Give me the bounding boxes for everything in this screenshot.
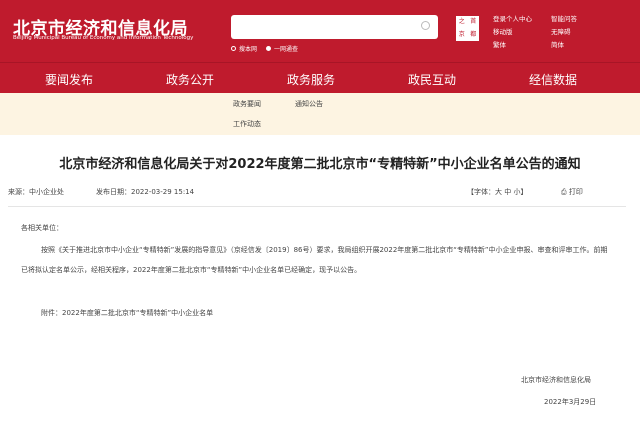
print-button[interactable]: ⎙ 打印	[561, 187, 583, 197]
site-logo-subtitle: Beijing Municipal Bureau of Economy and …	[13, 35, 194, 41]
radio-label: 一网通查	[274, 46, 299, 53]
link-mobile[interactable]: 移动版	[493, 26, 551, 36]
nav-services[interactable]: 政务服务	[287, 71, 335, 88]
search-input[interactable]	[231, 15, 438, 39]
subnav-gov-news[interactable]: 政务要闻	[233, 99, 261, 109]
link-accessibility[interactable]: 无障碍	[551, 26, 591, 36]
signature: 北京市经济和信息化局	[521, 376, 591, 384]
nav-news[interactable]: 要闻发布	[45, 71, 94, 95]
subnav-notices[interactable]: 通知公告	[295, 99, 323, 109]
radio-icon	[231, 46, 236, 51]
subnav-work-updates[interactable]: 工作动态	[233, 119, 261, 129]
radio-label: 搜本网	[239, 46, 258, 53]
article-date: 发布日期：2022-03-29 15:14	[96, 188, 195, 196]
header: 北京市经济和信息化局 Beijing Municipal Bureau of E…	[0, 0, 640, 62]
scope-radio-all[interactable]: 一网通查	[266, 44, 298, 53]
radio-checked-icon	[266, 46, 272, 51]
link-qa[interactable]: 智能问答	[551, 13, 591, 23]
nav-disclosure[interactable]: 政务公开	[166, 71, 214, 88]
font-size-control: 【字体：大 中 小】	[467, 188, 528, 196]
attachment-link[interactable]: 附件：2022年度第二批北京市“专精特新”中小企业名单	[41, 303, 631, 323]
link-traditional[interactable]: 繁体	[493, 39, 551, 49]
search-icon[interactable]	[421, 21, 430, 30]
salutation: 各相关单位：	[21, 224, 63, 232]
nav-data[interactable]: 经信数据	[529, 71, 577, 88]
main-nav: 要闻发布 政务公开 政务服务 政民互动 经信数据	[0, 62, 640, 95]
article-body: 按照《关于推进北京市中小企业“专精特新”发展的指导意见》（京经信发〔2019〕8…	[21, 246, 608, 274]
print-label: 打印	[568, 188, 583, 196]
printer-icon: ⎙	[561, 188, 567, 196]
divider	[8, 206, 626, 207]
sign-date: 2022年3月29日	[544, 398, 597, 406]
capital-seal-logo: 之首京都	[455, 15, 480, 42]
article-source: 来源：中小企业处	[8, 188, 64, 196]
link-simplified[interactable]: 简体	[551, 39, 591, 49]
font-medium[interactable]: 中	[504, 188, 511, 196]
nav-interaction[interactable]: 政民互动	[408, 71, 456, 88]
article-title: 北京市经济和信息化局关于对2022年度第二批北京市“专精特新”中小企业名单公告的…	[59, 157, 581, 172]
scope-radio-site[interactable]: 搜本网	[231, 44, 257, 53]
subnav: 政务要闻 通知公告 工作动态	[0, 93, 640, 135]
link-login[interactable]: 登录个人中心	[493, 13, 551, 23]
font-large[interactable]: 大	[495, 188, 502, 196]
